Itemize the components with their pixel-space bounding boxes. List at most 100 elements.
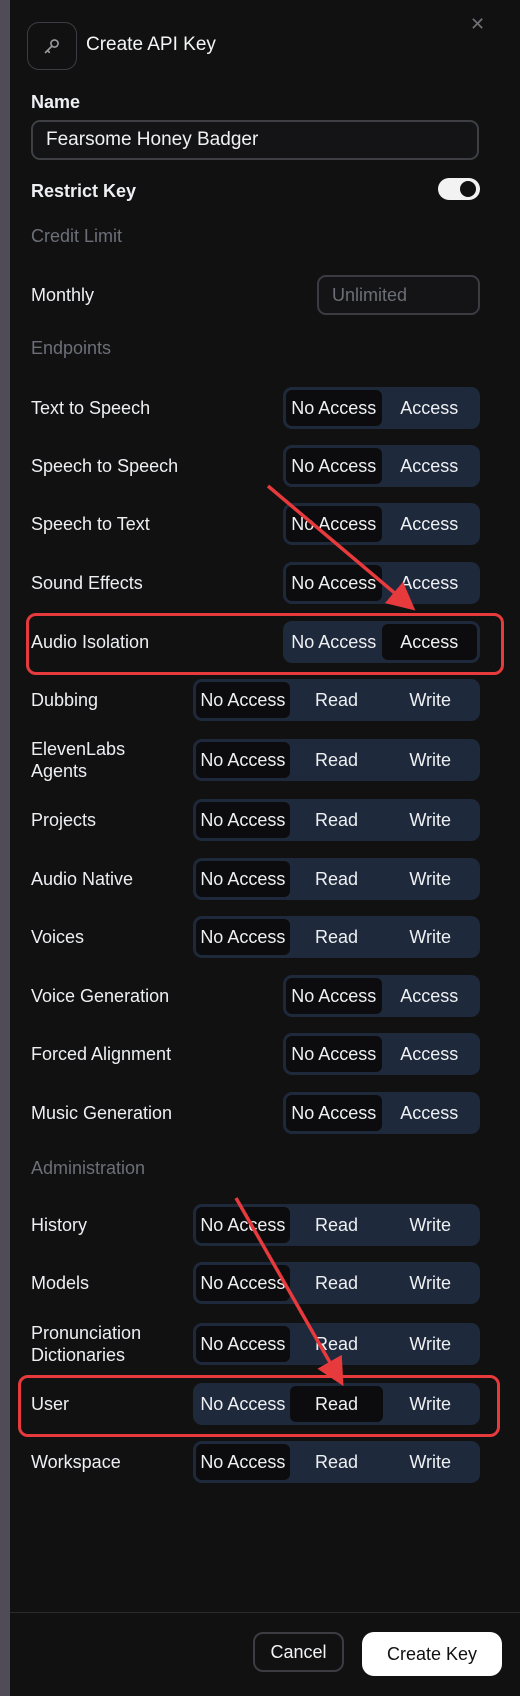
permission-segmented-control: No Access Read Write <box>193 679 480 721</box>
permission-segmented-control: No Access Access <box>283 445 480 487</box>
permission-label: Speech to Speech <box>31 456 179 476</box>
permission-label: Text to Speech <box>31 398 151 418</box>
option-read[interactable]: Read <box>290 919 384 955</box>
option-read[interactable]: Read <box>290 1326 384 1362</box>
key-icon <box>44 39 59 54</box>
option-access[interactable]: Access <box>382 1095 478 1131</box>
permission-segmented-control: No Access Access <box>283 503 480 545</box>
name-input[interactable] <box>31 120 479 160</box>
option-write[interactable]: Write <box>383 1207 477 1243</box>
key-icon-box <box>27 22 77 70</box>
option-access[interactable]: Access <box>382 390 478 426</box>
permission-label-line: ElevenLabs <box>31 739 126 759</box>
permission-label: Models <box>31 1273 90 1293</box>
option-write[interactable]: Write <box>383 919 477 955</box>
permission-label: Music Generation <box>31 1103 173 1123</box>
option-access[interactable]: Access <box>382 565 478 601</box>
option-access[interactable]: Access <box>382 506 478 542</box>
option-write[interactable]: Write <box>383 1326 477 1362</box>
option-access[interactable]: Access <box>382 978 478 1014</box>
permission-segmented-control: No Access Access <box>283 562 480 604</box>
option-write[interactable]: Write <box>383 682 477 718</box>
option-no-access[interactable]: No Access <box>286 390 382 426</box>
option-access[interactable]: Access <box>382 448 478 484</box>
permission-label: Speech to Text <box>31 514 150 534</box>
footer-divider <box>10 1612 520 1613</box>
option-no-access[interactable]: No Access <box>196 1207 290 1243</box>
monthly-label: Monthly <box>31 285 95 305</box>
option-read[interactable]: Read <box>290 1207 384 1243</box>
close-icon[interactable]: ✕ <box>470 14 485 35</box>
permission-label: Pronunciation Dictionaries <box>31 1322 141 1366</box>
toggle-knob <box>460 181 476 197</box>
section-administration: Administration <box>31 1158 146 1178</box>
permission-segmented-control: No Access Read Write <box>193 1262 480 1304</box>
permission-label: Dubbing <box>31 690 99 710</box>
option-no-access[interactable]: No Access <box>196 1326 290 1362</box>
option-no-access[interactable]: No Access <box>286 565 382 601</box>
option-write[interactable]: Write <box>383 1386 477 1422</box>
option-write[interactable]: Write <box>383 1265 477 1301</box>
option-write[interactable]: Write <box>383 742 477 778</box>
option-no-access[interactable]: No Access <box>286 1036 382 1072</box>
option-access[interactable]: Access <box>381 624 477 660</box>
dialog-title: Create API Key <box>86 34 216 55</box>
permission-label: Voices <box>31 927 85 947</box>
option-access[interactable]: Access <box>382 1036 478 1072</box>
restrict-key-label: Restrict Key <box>31 181 137 201</box>
option-read[interactable]: Read <box>290 802 384 838</box>
section-endpoints: Endpoints <box>31 338 112 358</box>
create-key-button[interactable]: Create Key <box>362 1632 502 1676</box>
permission-segmented-control: No Access Access <box>283 975 480 1017</box>
option-write[interactable]: Write <box>383 861 477 897</box>
option-no-access[interactable]: No Access <box>196 1386 290 1422</box>
permission-label: Workspace <box>31 1452 121 1472</box>
option-write[interactable]: Write <box>383 1444 477 1480</box>
cancel-button[interactable]: Cancel <box>253 1632 344 1672</box>
permission-segmented-control: No Access Read Write <box>193 1441 480 1483</box>
permission-label-line: Pronunciation <box>31 1323 142 1343</box>
permission-label: Audio Isolation <box>31 632 150 652</box>
option-no-access[interactable]: No Access <box>286 978 382 1014</box>
option-no-access[interactable]: No Access <box>196 1265 290 1301</box>
permission-label: User <box>31 1394 70 1414</box>
option-no-access[interactable]: No Access <box>196 742 290 778</box>
option-read[interactable]: Read <box>290 861 384 897</box>
section-credit-limit: Credit Limit <box>31 226 123 246</box>
permission-label: Forced Alignment <box>31 1044 172 1064</box>
permission-segmented-control: No Access Read Write <box>193 1383 480 1425</box>
option-read[interactable]: Read <box>290 1444 384 1480</box>
option-read[interactable]: Read <box>290 682 384 718</box>
permission-label-line: Agents <box>31 761 88 781</box>
option-no-access[interactable]: No Access <box>286 624 382 660</box>
permission-label: Sound Effects <box>31 573 143 593</box>
permission-segmented-control: No Access Access <box>283 1033 480 1075</box>
option-no-access[interactable]: No Access <box>286 1095 382 1131</box>
option-no-access[interactable]: No Access <box>196 1444 290 1480</box>
option-read[interactable]: Read <box>290 1265 384 1301</box>
permission-segmented-control: No Access Access <box>283 1092 480 1134</box>
option-no-access[interactable]: No Access <box>196 802 290 838</box>
permission-segmented-control: No Access Read Write <box>193 1323 480 1365</box>
monthly-limit-input[interactable] <box>317 275 480 315</box>
permission-segmented-control: No Access Read Write <box>193 916 480 958</box>
restrict-key-toggle[interactable] <box>438 178 480 200</box>
permission-label: Audio Native <box>31 869 134 889</box>
permission-segmented-control: No Access Read Write <box>193 858 480 900</box>
window-frame <box>0 0 10 1696</box>
option-no-access[interactable]: No Access <box>196 861 290 897</box>
option-write[interactable]: Write <box>383 802 477 838</box>
option-read[interactable]: Read <box>290 742 384 778</box>
name-label: Name <box>31 92 81 112</box>
option-no-access[interactable]: No Access <box>286 506 382 542</box>
option-no-access[interactable]: No Access <box>196 682 290 718</box>
option-no-access[interactable]: No Access <box>196 919 290 955</box>
permission-label: Voice Generation <box>31 986 170 1006</box>
permission-label-line: Dictionaries <box>31 1345 126 1365</box>
permission-segmented-control: No Access Read Write <box>193 739 480 781</box>
permission-segmented-control: No Access Read Write <box>193 799 480 841</box>
permission-label: ElevenLabs Agents <box>31 738 125 782</box>
option-read[interactable]: Read <box>289 1386 384 1422</box>
permission-label: History <box>31 1215 88 1235</box>
option-no-access[interactable]: No Access <box>286 448 382 484</box>
